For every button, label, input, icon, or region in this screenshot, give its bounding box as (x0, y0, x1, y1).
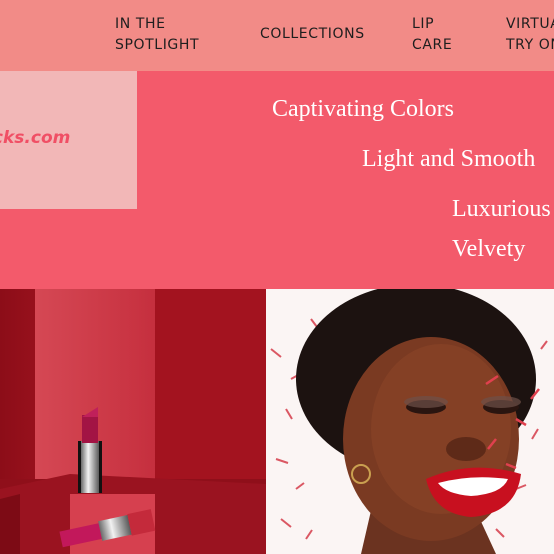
logo[interactable]: Lipsticks.com (0, 71, 137, 209)
tagline-luxurious: Luxurious (452, 196, 551, 222)
tagline-light-and-smooth: Light and Smooth (362, 146, 536, 172)
nav-item-in-the-spotlight[interactable]: IN THE SPOTLIGHT (115, 14, 199, 56)
logo-text: Lipsticks.com (0, 128, 71, 148)
smiling-woman-red-lips-icon (266, 289, 554, 554)
smiling-woman-photo (266, 289, 554, 554)
tagline-captivating-colors: Captivating Colors (272, 96, 454, 122)
tagline-velvety: Velvety (452, 236, 526, 262)
hero-banner: Lipsticks.com Captivating Colors Light a… (0, 71, 554, 289)
nav-item-virtual-try-on[interactable]: VIRTUAL TRY ON (506, 14, 554, 56)
lipstick-product-photo (0, 289, 266, 554)
top-nav: IN THE SPOTLIGHT COLLECTIONS LIP CARE VI… (0, 0, 554, 71)
nav-item-lip-care[interactable]: LIP CARE (412, 14, 452, 56)
lipstick-scene-icon (0, 289, 266, 554)
nav-item-collections[interactable]: COLLECTIONS (260, 24, 365, 45)
